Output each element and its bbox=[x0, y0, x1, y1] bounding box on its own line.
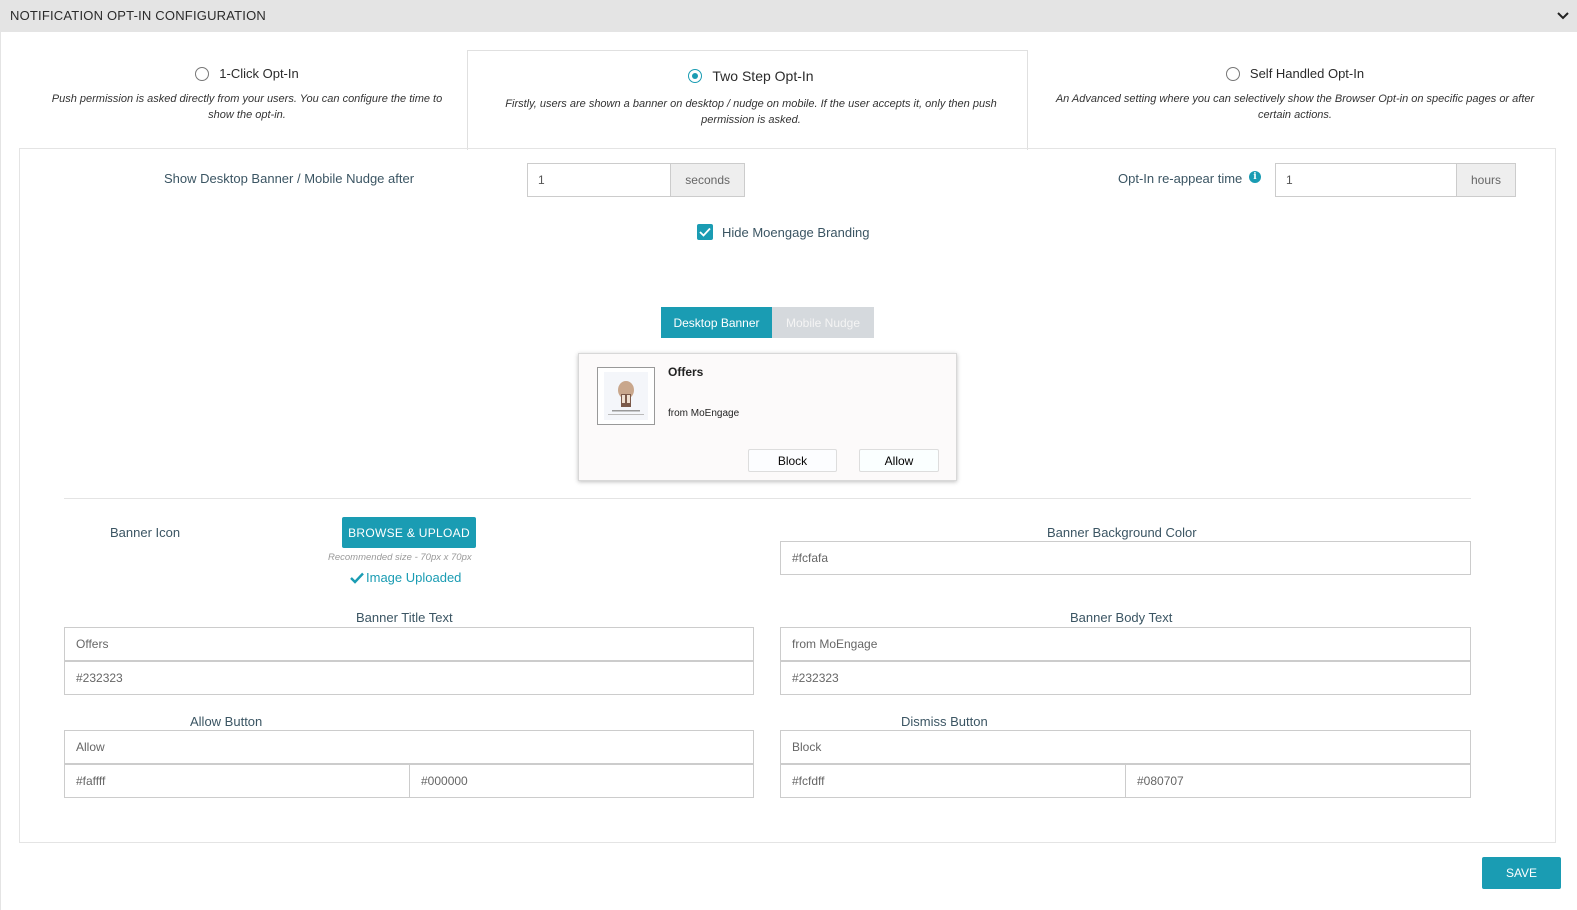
radio-one-click[interactable] bbox=[195, 66, 210, 81]
option-description: Firstly, users are shown a banner on des… bbox=[505, 98, 997, 126]
option-self-handled[interactable]: Self Handled Opt-In An Advanced setting … bbox=[1050, 66, 1540, 123]
bg-color-label: Banner Background Color bbox=[1047, 525, 1197, 540]
chevron-down-icon[interactable] bbox=[1555, 8, 1571, 24]
tab-mobile-nudge[interactable]: Mobile Nudge bbox=[772, 307, 874, 338]
body-text-label: Banner Body Text bbox=[1070, 610, 1173, 625]
radio-self-handled[interactable] bbox=[1225, 66, 1240, 81]
browse-upload-button[interactable]: BROWSE & UPLOAD bbox=[342, 517, 476, 548]
seconds-addon: seconds bbox=[670, 163, 745, 197]
checkmark-icon bbox=[699, 227, 711, 237]
save-button[interactable]: SAVE bbox=[1482, 857, 1561, 889]
checkmark-icon bbox=[350, 572, 364, 584]
option-label: Two Step Opt-In bbox=[712, 68, 814, 84]
preview-block-button[interactable]: Block bbox=[748, 449, 837, 472]
preview-allow-button[interactable]: Allow bbox=[859, 449, 939, 472]
preview-title: Offers bbox=[668, 365, 704, 379]
title-text-input[interactable]: Offers bbox=[64, 627, 754, 661]
hide-branding-checkbox[interactable] bbox=[697, 224, 713, 240]
hours-addon: hours bbox=[1455, 163, 1516, 197]
allow-button-label: Allow Button bbox=[190, 714, 263, 729]
reappear-input[interactable]: 1 bbox=[1275, 163, 1456, 197]
dismiss-button-label: Dismiss Button bbox=[901, 714, 988, 729]
image-uploaded-label: Image Uploaded bbox=[366, 570, 462, 585]
option-one-click[interactable]: 1-Click Opt-In Push permission is asked … bbox=[40, 66, 454, 123]
section-header[interactable]: NOTIFICATION OPT-IN CONFIGURATION bbox=[0, 0, 1577, 32]
body-text-input[interactable]: from MoEngage bbox=[780, 627, 1471, 661]
body-color-input[interactable]: #232323 bbox=[780, 661, 1471, 695]
option-label: 1-Click Opt-In bbox=[219, 66, 299, 81]
dismiss-bg-color-input[interactable]: #fcfdff bbox=[780, 764, 1126, 798]
allow-text-input[interactable]: Allow bbox=[64, 730, 754, 764]
tab-desktop-banner[interactable]: Desktop Banner bbox=[661, 307, 772, 338]
dismiss-text-color-input[interactable]: #080707 bbox=[1125, 764, 1471, 798]
preview-body: from MoEngage bbox=[668, 408, 740, 419]
left-border bbox=[0, 32, 1, 910]
bg-color-input[interactable]: #fcfafa bbox=[780, 541, 1471, 575]
show-after-label: Show Desktop Banner / Mobile Nudge after bbox=[164, 171, 415, 186]
hide-branding-label: Hide Moengage Branding bbox=[722, 225, 870, 240]
option-description: An Advanced setting where you can select… bbox=[1055, 93, 1535, 121]
allow-bg-color-input[interactable]: #faffff bbox=[64, 764, 410, 798]
recommended-size-hint: Recommended size - 70px x 70px bbox=[328, 552, 472, 563]
dismiss-text-input[interactable]: Block bbox=[780, 730, 1471, 764]
image-uploaded-status: Image Uploaded bbox=[350, 570, 461, 585]
title-text-label: Banner Title Text bbox=[356, 610, 453, 625]
reappear-label: Opt-In re-appear time bbox=[1118, 171, 1243, 186]
title-color-input[interactable]: #232323 bbox=[64, 661, 754, 695]
reappear-input-group: 1 hours bbox=[1275, 163, 1516, 197]
option-description: Push permission is asked directly from y… bbox=[51, 93, 443, 121]
info-icon[interactable]: i bbox=[1249, 171, 1261, 183]
radio-two-step[interactable] bbox=[688, 69, 703, 83]
allow-text-color-input[interactable]: #000000 bbox=[409, 764, 754, 798]
show-after-input[interactable]: 1 bbox=[527, 163, 671, 197]
show-after-input-group: 1 seconds bbox=[527, 163, 745, 197]
section-title: NOTIFICATION OPT-IN CONFIGURATION bbox=[10, 8, 266, 23]
banner-preview: Offers from MoEngage Block Allow bbox=[578, 353, 957, 481]
option-two-step[interactable]: Two Step Opt-In Firstly, users are shown… bbox=[487, 68, 1015, 128]
option-label: Self Handled Opt-In bbox=[1249, 66, 1365, 81]
banner-icon-label: Banner Icon bbox=[110, 525, 181, 540]
banner-icon-thumbnail bbox=[597, 367, 655, 425]
divider bbox=[64, 498, 1471, 499]
